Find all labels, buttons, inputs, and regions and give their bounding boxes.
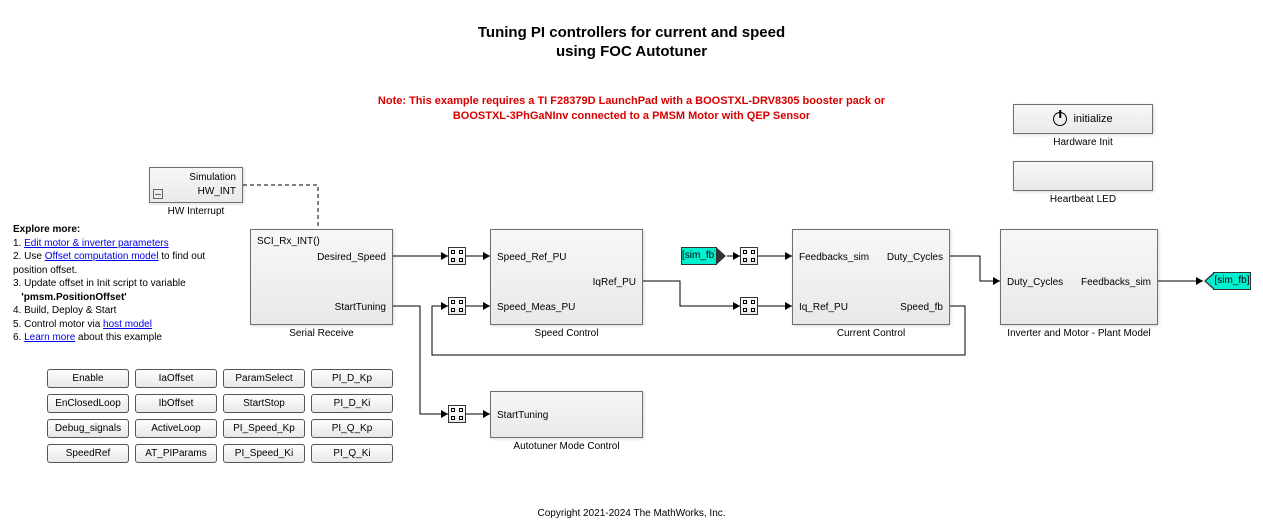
- arrowhead: [441, 252, 448, 260]
- arrowhead: [483, 410, 490, 418]
- dsm-pi-d-ki[interactable]: PI_D_Ki: [311, 394, 393, 413]
- arrowhead: [993, 277, 1000, 285]
- arrowhead: [785, 252, 792, 260]
- dsm-pi-q-ki[interactable]: PI_Q_Ki: [311, 444, 393, 463]
- dsm-speedref[interactable]: SpeedRef: [47, 444, 129, 463]
- dsm-paramselect[interactable]: ParamSelect: [223, 369, 305, 388]
- arrowhead: [733, 302, 740, 310]
- arrowhead: [441, 302, 448, 310]
- arrowhead: [483, 252, 490, 260]
- dsm-at-piparams[interactable]: AT_PIParams: [135, 444, 217, 463]
- arrowhead: [1196, 277, 1203, 285]
- dsm-iaoffset[interactable]: IaOffset: [135, 369, 217, 388]
- copyright-footer: Copyright 2021-2024 The MathWorks, Inc.: [0, 508, 1263, 519]
- dsm-iboffset[interactable]: IbOffset: [135, 394, 217, 413]
- arrowhead: [483, 302, 490, 310]
- dsm-pi-q-kp[interactable]: PI_Q_Kp: [311, 419, 393, 438]
- simulink-canvas: Tuning PI controllers for current and sp…: [0, 0, 1263, 532]
- dsm-pi-d-kp[interactable]: PI_D_Kp: [311, 369, 393, 388]
- dsm-pi-speed-ki[interactable]: PI_Speed_Ki: [223, 444, 305, 463]
- dsm-enclosedloop[interactable]: EnClosedLoop: [47, 394, 129, 413]
- dsm-pi-speed-kp[interactable]: PI_Speed_Kp: [223, 419, 305, 438]
- arrowhead: [733, 252, 740, 260]
- dsm-enable[interactable]: Enable: [47, 369, 129, 388]
- arrowhead: [785, 302, 792, 310]
- dsm-activeloop[interactable]: ActiveLoop: [135, 419, 217, 438]
- dsm-debug-signals[interactable]: Debug_signals: [47, 419, 129, 438]
- dsm-startstop[interactable]: StartStop: [223, 394, 305, 413]
- arrowhead: [441, 410, 448, 418]
